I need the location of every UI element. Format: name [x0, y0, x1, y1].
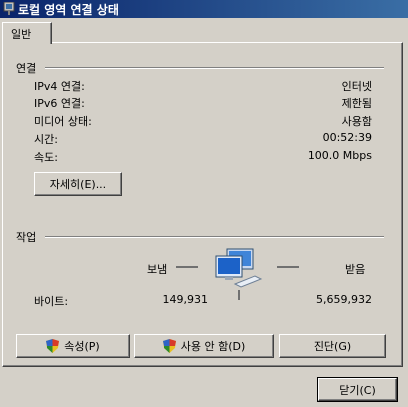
- properties-button[interactable]: 속성(P): [16, 334, 130, 358]
- network-computers-icon: [215, 248, 263, 300]
- connection-section-label: 연결: [16, 62, 37, 75]
- tab-general-label: 일반: [11, 28, 32, 41]
- connection-divider: [45, 67, 384, 69]
- disable-button-label: 사용 안 함(D): [180, 340, 246, 353]
- activity-divider: [45, 236, 384, 238]
- sent-label: 보냄: [147, 263, 168, 276]
- uac-shield-icon: [162, 339, 176, 353]
- received-label: 받음: [345, 263, 366, 276]
- diagnose-button-label: 진단(G): [313, 340, 352, 353]
- ipv6-label: IPv6 연결:: [34, 97, 85, 110]
- duration-value: 00:52:39: [322, 131, 372, 144]
- ipv4-label: IPv4 연결:: [34, 80, 85, 93]
- network-connection-icon: [3, 2, 15, 15]
- details-button-label: 자세히(E)...: [49, 178, 107, 191]
- bytes-received-value: 5,659,932: [316, 293, 372, 306]
- ipv6-value: 제한됨: [341, 97, 372, 110]
- tab-general[interactable]: 일반: [2, 22, 52, 44]
- speed-value: 100.0 Mbps: [307, 149, 372, 162]
- bytes-label: 바이트:: [34, 295, 69, 308]
- speed-label: 속도:: [34, 151, 58, 164]
- details-button[interactable]: 자세히(E)...: [34, 172, 122, 196]
- uac-shield-icon: [46, 339, 60, 353]
- diagnose-button[interactable]: 진단(G): [279, 334, 386, 358]
- close-button[interactable]: 닫기(C): [317, 377, 398, 402]
- sent-dash: [176, 266, 198, 268]
- close-button-label: 닫기(C): [339, 383, 376, 397]
- disable-button[interactable]: 사용 안 함(D): [134, 334, 274, 358]
- window-title: 로컬 영역 연결 상태: [18, 3, 119, 17]
- title-bar[interactable]: 로컬 영역 연결 상태: [0, 0, 408, 18]
- received-dash: [277, 266, 299, 268]
- media-state-value: 사용함: [341, 115, 372, 128]
- bytes-sent-value: 149,931: [162, 293, 209, 306]
- properties-button-label: 속성(P): [64, 340, 100, 353]
- duration-label: 시간:: [34, 133, 58, 146]
- activity-section-label: 작업: [16, 231, 37, 244]
- ipv4-value: 인터넷: [341, 80, 372, 93]
- media-state-label: 미디어 상태:: [34, 115, 92, 128]
